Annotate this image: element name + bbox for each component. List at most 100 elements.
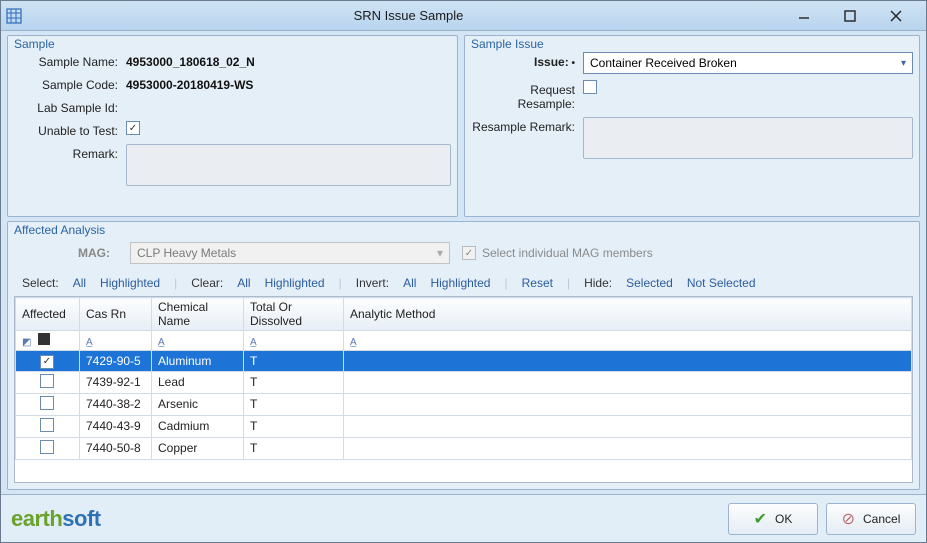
- ok-button-label: OK: [775, 512, 792, 526]
- col-tod[interactable]: Total Or Dissolved: [244, 298, 344, 331]
- mag-label: MAG:: [18, 246, 118, 260]
- invert-all-link[interactable]: All: [403, 276, 416, 290]
- issue-combobox[interactable]: Container Received Broken ▾: [583, 52, 913, 74]
- row-checkbox[interactable]: [40, 374, 54, 388]
- sample-name-label: Sample Name:: [14, 52, 126, 69]
- cell-cas: 7429-90-5: [80, 351, 152, 372]
- clear-all-link[interactable]: All: [237, 276, 250, 290]
- col-cas[interactable]: Cas Rn: [80, 298, 152, 331]
- filter-icon[interactable]: A̲: [250, 337, 257, 348]
- analysis-table[interactable]: Affected Cas Rn Chemical Name Total Or D…: [15, 297, 912, 460]
- resample-remark-textarea[interactable]: [583, 117, 913, 159]
- table-row[interactable]: ✓ 7429-90-5AluminumT: [16, 351, 912, 372]
- check-icon: ✔: [754, 509, 767, 529]
- chevron-down-icon: ▾: [437, 246, 443, 260]
- filter-icon[interactable]: A̲: [158, 337, 165, 348]
- cell-chem: Arsenic: [152, 393, 244, 415]
- reset-link[interactable]: Reset: [522, 276, 553, 290]
- cancel-button-label: Cancel: [863, 512, 900, 526]
- cell-cas: 7440-38-2: [80, 393, 152, 415]
- cancel-icon: ⊘: [842, 509, 855, 529]
- cell-chem: Copper: [152, 437, 244, 459]
- selection-toolbar: Select: All Highlighted | Clear: All Hig…: [14, 272, 913, 296]
- mag-individual-checkbox: ✓: [462, 246, 476, 260]
- window-title: SRN Issue Sample: [29, 8, 788, 23]
- button-bar: earthsoft ✔ OK ⊘ Cancel: [1, 494, 926, 542]
- filter-icon[interactable]: A̲: [86, 337, 93, 348]
- sample-issue-group: Sample Issue Issue: Container Received B…: [464, 35, 920, 217]
- row-checkbox[interactable]: [40, 396, 54, 410]
- row-checkbox[interactable]: [40, 418, 54, 432]
- hide-notselected-link[interactable]: Not Selected: [687, 276, 756, 290]
- cell-method: [344, 437, 912, 459]
- cell-chem: Aluminum: [152, 351, 244, 372]
- remark-label: Remark:: [14, 144, 126, 161]
- window-controls: [788, 5, 922, 27]
- remark-textarea[interactable]: [126, 144, 451, 186]
- lab-sample-id-label: Lab Sample Id:: [14, 98, 126, 115]
- row-checkbox[interactable]: [40, 440, 54, 454]
- titlebar: SRN Issue Sample: [1, 1, 926, 31]
- toolbar-select-label: Select:: [22, 276, 59, 290]
- mag-individual-wrap: ✓ Select individual MAG members: [462, 246, 653, 260]
- cell-tod: T: [244, 371, 344, 393]
- request-resample-checkbox[interactable]: [583, 80, 597, 94]
- sample-group: Sample Sample Name: 4953000_180618_02_N …: [7, 35, 458, 217]
- cell-method: [344, 415, 912, 437]
- mag-combobox: CLP Heavy Metals ▾: [130, 242, 450, 264]
- request-resample-label: Request Resample:: [471, 80, 583, 111]
- top-panels: Sample Sample Name: 4953000_180618_02_N …: [7, 35, 920, 217]
- cell-cas: 7439-92-1: [80, 371, 152, 393]
- select-highlighted-link[interactable]: Highlighted: [100, 276, 160, 290]
- cell-tod: T: [244, 351, 344, 372]
- col-method[interactable]: Analytic Method: [344, 298, 912, 331]
- toolbar-hide-label: Hide:: [584, 276, 612, 290]
- cell-tod: T: [244, 415, 344, 437]
- issue-label: Issue:: [471, 52, 583, 69]
- hide-selected-link[interactable]: Selected: [626, 276, 673, 290]
- app-icon: [5, 7, 23, 25]
- sample-issue-group-title: Sample Issue: [471, 37, 544, 51]
- filter-icon[interactable]: A̲: [350, 337, 357, 348]
- minimize-button[interactable]: [788, 5, 820, 27]
- issue-combobox-value: Container Received Broken: [590, 56, 737, 70]
- sample-code-value: 4953000-20180419-WS: [126, 75, 451, 92]
- cell-cas: 7440-43-9: [80, 415, 152, 437]
- srn-issue-sample-window: SRN Issue Sample Sample Sample Name: 495…: [0, 0, 927, 543]
- row-checkbox[interactable]: ✓: [40, 355, 54, 369]
- unable-to-test-checkbox[interactable]: ✓: [126, 121, 140, 135]
- table-row[interactable]: 7440-38-2ArsenicT: [16, 393, 912, 415]
- cell-method: [344, 351, 912, 372]
- invert-highlighted-link[interactable]: Highlighted: [430, 276, 490, 290]
- cell-cas: 7440-50-8: [80, 437, 152, 459]
- earthsoft-logo: earthsoft: [11, 506, 101, 532]
- mag-combobox-value: CLP Heavy Metals: [137, 246, 236, 260]
- table-row[interactable]: 7440-50-8CopperT: [16, 437, 912, 459]
- col-affected[interactable]: Affected: [16, 298, 80, 331]
- close-button[interactable]: [880, 5, 912, 27]
- affected-analysis-group: Affected Analysis MAG: CLP Heavy Metals …: [7, 221, 920, 490]
- ok-button[interactable]: ✔ OK: [728, 503, 818, 535]
- toolbar-clear-label: Clear:: [191, 276, 223, 290]
- table-row[interactable]: 7440-43-9CadmiumT: [16, 415, 912, 437]
- cell-chem: Cadmium: [152, 415, 244, 437]
- resample-remark-label: Resample Remark:: [471, 117, 583, 134]
- table-row[interactable]: 7439-92-1LeadT: [16, 371, 912, 393]
- col-chem[interactable]: Chemical Name: [152, 298, 244, 331]
- filter-row[interactable]: ◩ A̲ A̲ A̲ A̲: [16, 331, 912, 351]
- cell-tod: T: [244, 393, 344, 415]
- unable-to-test-label: Unable to Test:: [14, 121, 126, 138]
- filter-icon[interactable]: ◩: [22, 337, 31, 348]
- cell-chem: Lead: [152, 371, 244, 393]
- analysis-table-wrap: Affected Cas Rn Chemical Name Total Or D…: [14, 296, 913, 483]
- mag-individual-label: Select individual MAG members: [482, 246, 653, 260]
- lab-sample-id-value: [126, 98, 451, 101]
- toolbar-invert-label: Invert:: [356, 276, 389, 290]
- cancel-button[interactable]: ⊘ Cancel: [826, 503, 916, 535]
- affected-group-title: Affected Analysis: [14, 223, 105, 237]
- sample-code-label: Sample Code:: [14, 75, 126, 92]
- maximize-button[interactable]: [834, 5, 866, 27]
- clear-highlighted-link[interactable]: Highlighted: [265, 276, 325, 290]
- cell-tod: T: [244, 437, 344, 459]
- select-all-link[interactable]: All: [73, 276, 86, 290]
